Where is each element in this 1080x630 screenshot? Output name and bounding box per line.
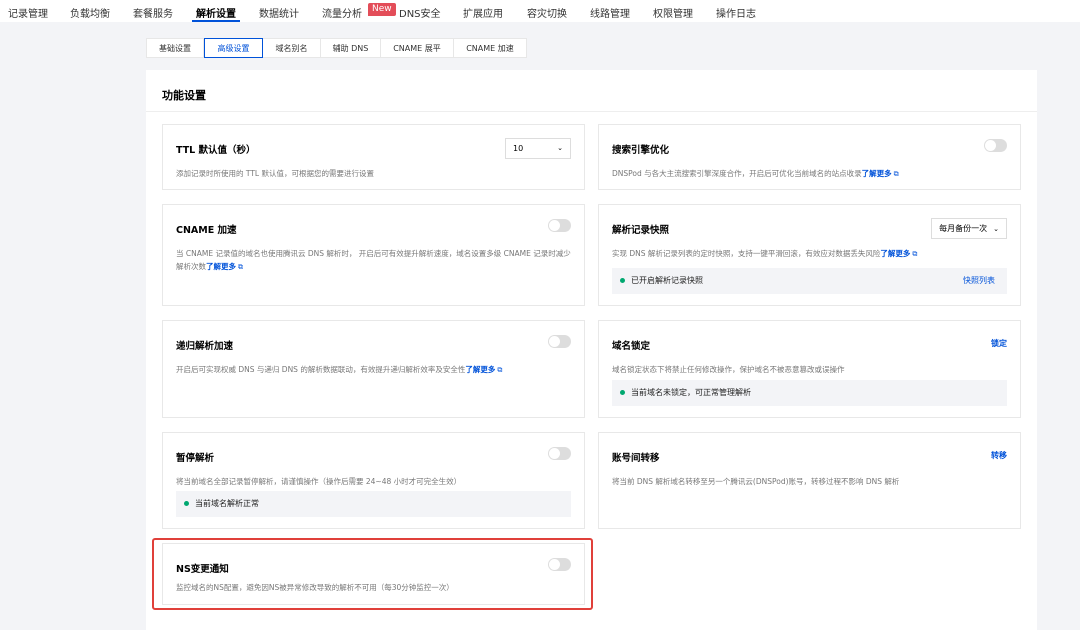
card-title: TTL 默认值（秒） (176, 145, 256, 156)
seo-toggle[interactable] (984, 139, 1007, 152)
nav-item-plan[interactable]: 套餐服务 (133, 5, 173, 20)
card-desc: 将当前域名全部记录暂停解析，请谨慎操作（操作后需要 24~48 小时才可完全生效… (176, 477, 462, 486)
learn-more-link[interactable]: 了解更多 (465, 365, 495, 374)
tab-basic[interactable]: 基础设置 (146, 38, 204, 58)
card-recursive-accel: 递归解析加速 开启后可实现权威 DNS 与递归 DNS 的解析数据联动，有效提升… (162, 320, 585, 418)
nav-item-logs[interactable]: 操作日志 (716, 5, 756, 20)
lock-status: 当前域名未锁定，可正常管理解析 (612, 380, 1007, 406)
chevron-down-icon: ⌄ (993, 225, 999, 233)
chevron-down-icon: ⌄ (557, 144, 563, 152)
sub-tabs: 基础设置 高级设置 域名别名 辅助 DNS CNAME 展平 CNAME 加速 (146, 38, 527, 58)
card-title: 搜索引擎优化 (612, 145, 670, 156)
card-title: 递归解析加速 (176, 341, 234, 352)
pause-status: 当前域名解析正常 (176, 491, 571, 517)
status-text: 已开启解析记录快照 (631, 276, 703, 285)
snapshot-status: 已开启解析记录快照 快照列表 (612, 268, 1007, 294)
nav-item-records[interactable]: 记录管理 (8, 5, 48, 20)
card-title: 解析记录快照 (612, 225, 670, 236)
cname-accel-toggle[interactable] (548, 219, 571, 232)
external-link-icon: ⧉ (893, 170, 899, 178)
card-title: CNAME 加速 (176, 225, 237, 236)
status-dot-icon (620, 390, 625, 395)
nav-item-permissions[interactable]: 权限管理 (653, 5, 693, 20)
card-ttl: TTL 默认值（秒） 10 ⌄ 添加记录时所使用的 TTL 默认值，可根据您的需要… (162, 124, 585, 190)
card-desc: DNSPod 与各大主流搜索引擎深度合作，开启后可优化当前域名的站点收录了解更多… (612, 167, 1007, 181)
pause-resolve-toggle[interactable] (548, 447, 571, 460)
card-desc: 当 CNAME 记录值的域名也使用腾讯云 DNS 解析时， 开启后可有效提升解析… (176, 247, 571, 274)
ttl-value: 10 (513, 144, 524, 153)
transfer-button[interactable]: 转移 (991, 450, 1007, 461)
status-text: 当前域名解析正常 (195, 499, 259, 508)
desc-text: DNSPod 与各大主流搜索引擎深度合作，开启后可优化当前域名的站点收录 (612, 169, 862, 178)
card-title: 暂停解析 (176, 453, 215, 464)
card-seo: 搜索引擎优化 DNSPod 与各大主流搜索引擎深度合作，开启后可优化当前域名的站… (598, 124, 1021, 190)
card-title: 域名锁定 (612, 341, 651, 352)
active-tab-underline (192, 20, 240, 22)
top-nav: 记录管理 负载均衡 套餐服务 解析设置 数据统计 流量分析 New DNS安全 … (0, 0, 1080, 22)
card-desc: 实现 DNS 解析记录列表的定时快照，支持一键平滑回滚，有效应对数据丢失风险了解… (612, 247, 1007, 261)
desc-text: 实现 DNS 解析记录列表的定时快照，支持一键平滑回滚，有效应对数据丢失风险 (612, 249, 881, 258)
learn-more-link[interactable]: 了解更多 (206, 262, 236, 271)
new-badge: New (368, 3, 396, 16)
status-dot-icon (620, 278, 625, 283)
card-desc: 域名锁定状态下将禁止任何修改操作，保护域名不被恶意篡改或误操作 (612, 365, 845, 374)
external-link-icon: ⧉ (497, 366, 503, 374)
card-domain-lock: 域名锁定 锁定 域名锁定状态下将禁止任何修改操作，保护域名不被恶意篡改或误操作 … (598, 320, 1021, 418)
divider (146, 111, 1037, 112)
nav-item-dns-security[interactable]: DNS安全 (399, 5, 441, 20)
desc-text: 开启后可实现权威 DNS 与递归 DNS 的解析数据联动，有效提升递归解析效率及… (176, 365, 466, 374)
learn-more-link[interactable]: 了解更多 (862, 169, 892, 178)
external-link-icon: ⧉ (238, 263, 243, 271)
card-pause-resolve: 暂停解析 将当前域名全部记录暂停解析，请谨慎操作（操作后需要 24~48 小时才… (162, 432, 585, 529)
backup-frequency-select[interactable]: 每月备份一次 ⌄ (931, 218, 1007, 239)
ttl-select[interactable]: 10 ⌄ (505, 138, 571, 159)
snapshot-list-link[interactable]: 快照列表 (963, 268, 995, 294)
external-link-icon: ⧉ (912, 250, 918, 258)
nav-item-resolve-settings[interactable]: 解析设置 (196, 5, 236, 20)
tab-advanced[interactable]: 高级设置 (204, 38, 263, 58)
card-desc: 开启后可实现权威 DNS 与递归 DNS 的解析数据联动，有效提升递归解析效率及… (176, 363, 571, 377)
card-title: 账号间转移 (612, 453, 660, 464)
backup-frequency-value: 每月备份一次 (939, 224, 988, 233)
nav-item-lines[interactable]: 线路管理 (590, 5, 630, 20)
tab-cname-flatten[interactable]: CNAME 展平 (381, 38, 454, 58)
tab-cname-accel[interactable]: CNAME 加速 (454, 38, 527, 58)
nav-item-load-balance[interactable]: 负载均衡 (70, 5, 110, 20)
nav-item-stats[interactable]: 数据统计 (259, 5, 299, 20)
tab-secondary-dns[interactable]: 辅助 DNS (321, 38, 381, 58)
card-desc: 添加记录时所使用的 TTL 默认值，可根据您的需要进行设置 (176, 169, 374, 178)
card-cname-accel: CNAME 加速 当 CNAME 记录值的域名也使用腾讯云 DNS 解析时， 开… (162, 204, 585, 306)
nav-item-disaster[interactable]: 容灾切换 (527, 5, 567, 20)
card-account-transfer: 账号间转移 转移 将当前 DNS 解析域名转移至另一个腾讯云(DNSPod)账号… (598, 432, 1021, 529)
card-snapshot: 解析记录快照 每月备份一次 ⌄ 实现 DNS 解析记录列表的定时快照，支持一键平滑… (598, 204, 1021, 306)
highlight-box (152, 538, 593, 610)
recursive-accel-toggle[interactable] (548, 335, 571, 348)
card-desc: 将当前 DNS 解析域名转移至另一个腾讯云(DNSPod)账号，转移过程不影响 … (612, 477, 900, 486)
nav-item-traffic[interactable]: 流量分析 (322, 5, 362, 20)
tab-alias[interactable]: 域名别名 (263, 38, 321, 58)
panel-title: 功能设置 (162, 89, 206, 102)
nav-item-extensions[interactable]: 扩展应用 (463, 5, 503, 20)
status-text: 当前域名未锁定，可正常管理解析 (631, 388, 751, 397)
status-dot-icon (184, 501, 189, 506)
learn-more-link[interactable]: 了解更多 (880, 249, 910, 258)
lock-button[interactable]: 锁定 (991, 338, 1007, 349)
